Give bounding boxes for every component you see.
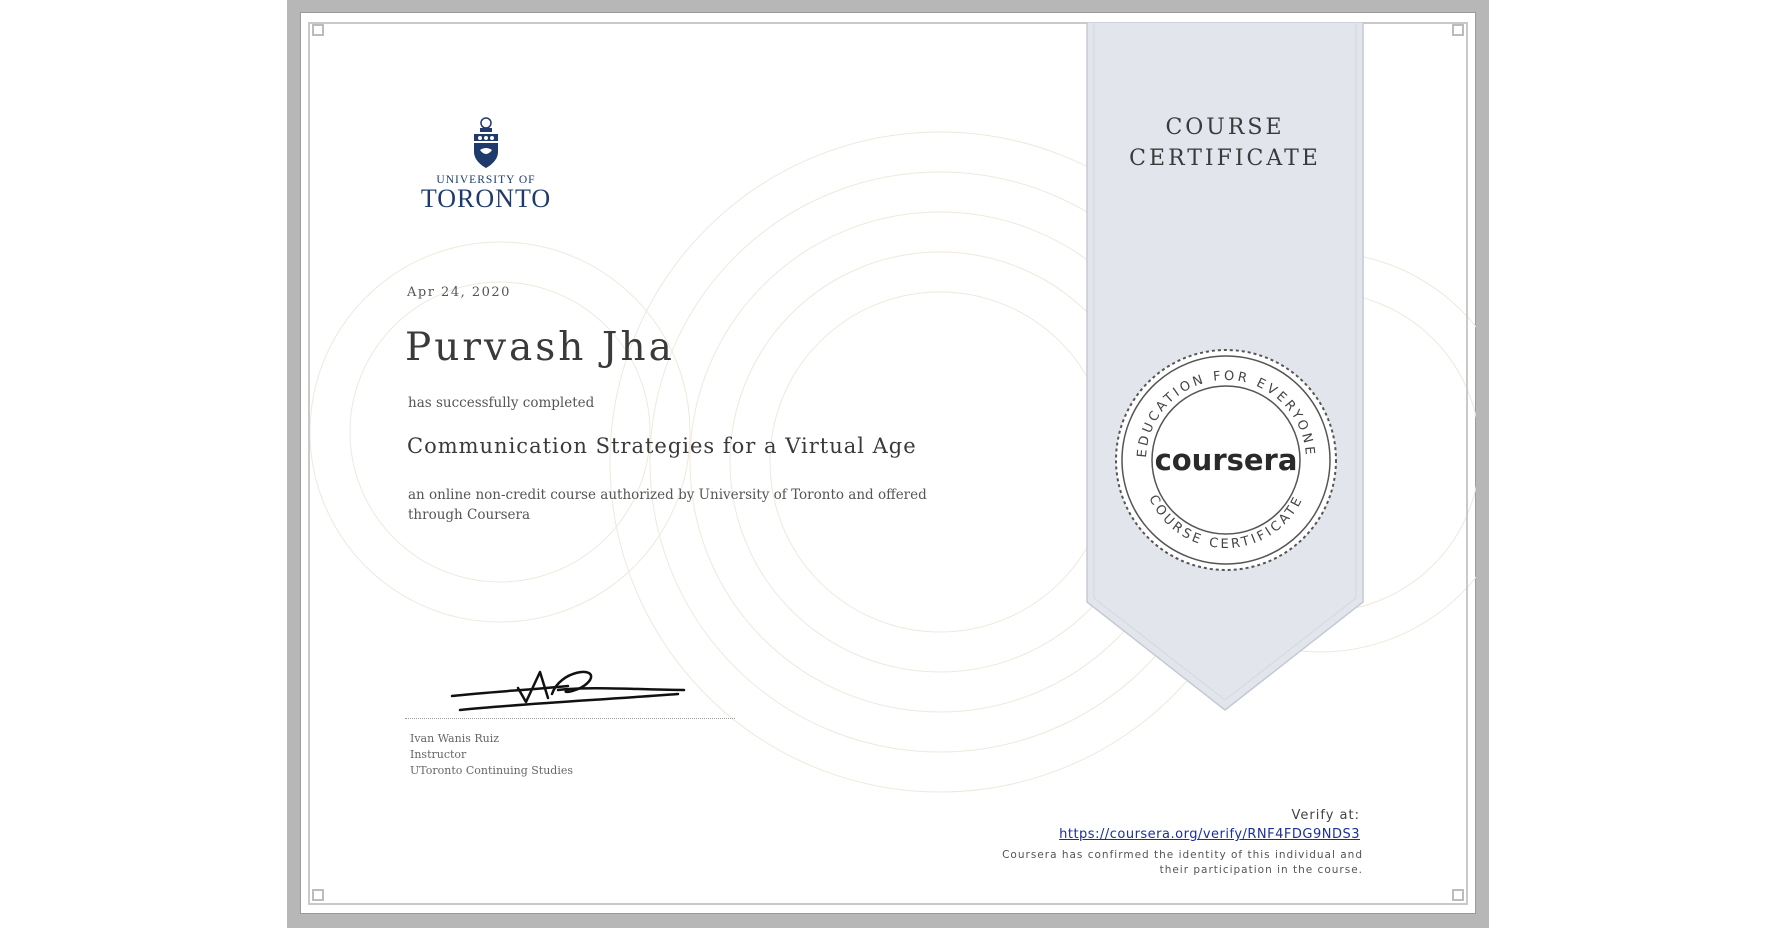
completion-date: Apr 24, 2020 [407, 285, 511, 300]
university-crest-icon [474, 117, 498, 168]
signature-line [405, 718, 735, 719]
instructor-role: Instructor [410, 748, 467, 761]
coursera-logo-text: coursera [1155, 443, 1298, 477]
verification-note-line1: Coursera has confirmed the identity of t… [1002, 849, 1363, 861]
completed-text: has successfully completed [408, 395, 595, 411]
ribbon-line-certificate: CERTIFICATE [1129, 146, 1321, 171]
logo-line-toronto: TORONTO [420, 184, 552, 213]
instructor-signature [450, 670, 686, 712]
instructor-block: Ivan Wanis Ruiz Instructor UToronto Cont… [410, 731, 573, 779]
instructor-organization: UToronto Continuing Studies [410, 764, 574, 777]
verification-block: Verify at: https://coursera.org/verify/R… [1000, 808, 1360, 842]
verification-note-line2: their participation in the course. [1159, 864, 1363, 876]
verify-link[interactable]: https://coursera.org/verify/RNF4FDG9NDS3 [1059, 827, 1360, 842]
recipient-name: Purvash Jha [405, 325, 675, 370]
corner-ornament-tr [1452, 24, 1464, 36]
corner-ornament-bl [312, 889, 324, 901]
ribbon-title: COURSE CERTIFICATE [1086, 112, 1364, 174]
university-logo: UNIVERSITY OF TORONTO [418, 116, 554, 212]
corner-ornament-br [1452, 889, 1464, 901]
verification-note: Coursera has confirmed the identity of t… [980, 848, 1363, 878]
coursera-seal: EDUCATION FOR EVERYONE COURSE CERTIFICAT… [1115, 349, 1337, 571]
instructor-name: Ivan Wanis Ruiz [410, 732, 500, 745]
ribbon-line-course: COURSE [1165, 115, 1285, 140]
verify-label: Verify at: [1291, 808, 1360, 823]
corner-ornament-tl [312, 24, 324, 36]
course-title: Communication Strategies for a Virtual A… [407, 434, 917, 458]
course-description: an online non-credit course authorized b… [408, 487, 927, 523]
